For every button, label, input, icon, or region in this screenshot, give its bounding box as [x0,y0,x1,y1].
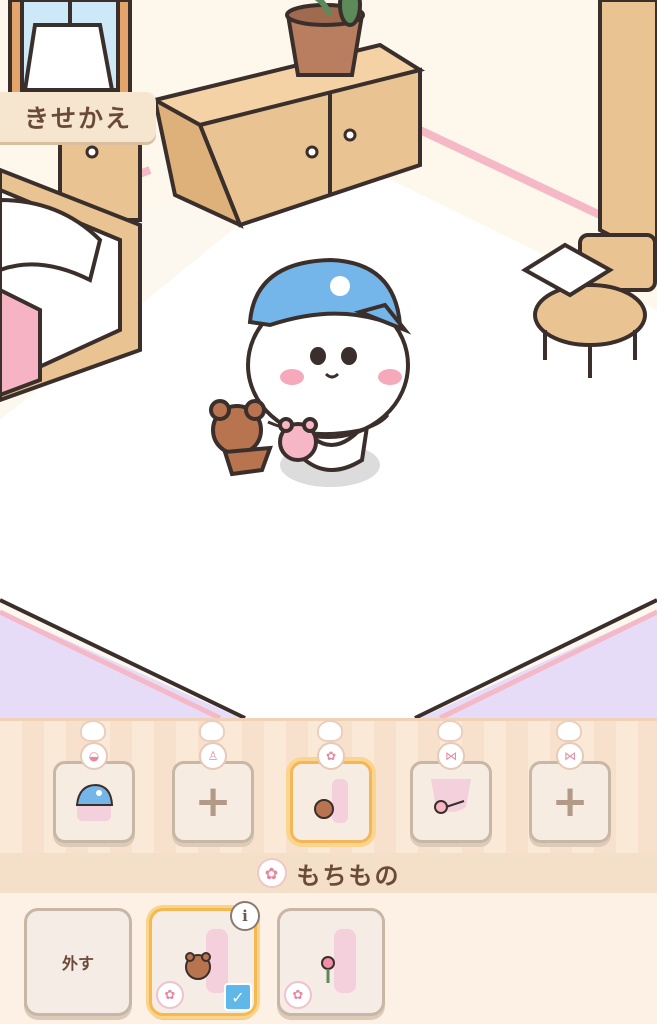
equip-slot-top[interactable]: ♙ + [172,720,254,843]
equipment-slot-bar: ◒ ♙ + ✿ ⋈ ⋈ + [0,718,657,853]
pink-bag-thumbnail [431,779,471,814]
inventory-item-bear-pouch[interactable]: i ✿ ✓ [149,901,260,1016]
inventory-item-flower-pouch[interactable]: ✿ [277,908,385,1016]
add-icon: + [551,776,589,827]
equip-slot-bag[interactable]: ⋈ [410,720,492,843]
chair [521,233,657,378]
door [598,0,657,263]
equip-slot-hat[interactable]: ◒ [53,720,135,843]
checkmark-icon: ✓ [224,983,252,1011]
flower-slot-icon: ✿ [317,742,345,770]
bear-pouch-thumbnail [314,779,348,823]
hat-slot-icon: ◒ [80,742,108,770]
plant [285,0,365,77]
equip-slot-accessory[interactable]: ✿ [290,720,372,843]
remove-item-button[interactable]: 外す [24,908,132,1016]
shirt-slot-icon: ♙ [199,742,227,770]
blue-cap-thumbnail [75,783,114,821]
remove-label: 外す [61,954,94,973]
add-icon: + [194,776,232,827]
flower-icon: ✿ [284,981,312,1009]
flower-icon: ✿ [156,981,184,1009]
equip-slot-ribbon[interactable]: ⋈ + [529,720,611,843]
info-icon[interactable]: i [230,901,260,931]
flower-icon: ✿ [256,858,287,888]
ribbon-slot-icon: ⋈ [437,742,465,770]
room-scene: きせかえ [0,0,657,718]
pink-pouch [278,417,318,462]
inventory-header: ✿ もちもの [0,853,657,893]
lamp [22,23,115,92]
inventory-title: もちもの [296,861,401,890]
ribbon-slot-icon: ⋈ [556,742,584,770]
dress-up-title: きせかえ [0,92,156,142]
dress-up-panel: ◒ ♙ + ✿ ⋈ ⋈ + ✿ もちもの 外す i ✿ ✓ ✿ [0,718,657,1024]
